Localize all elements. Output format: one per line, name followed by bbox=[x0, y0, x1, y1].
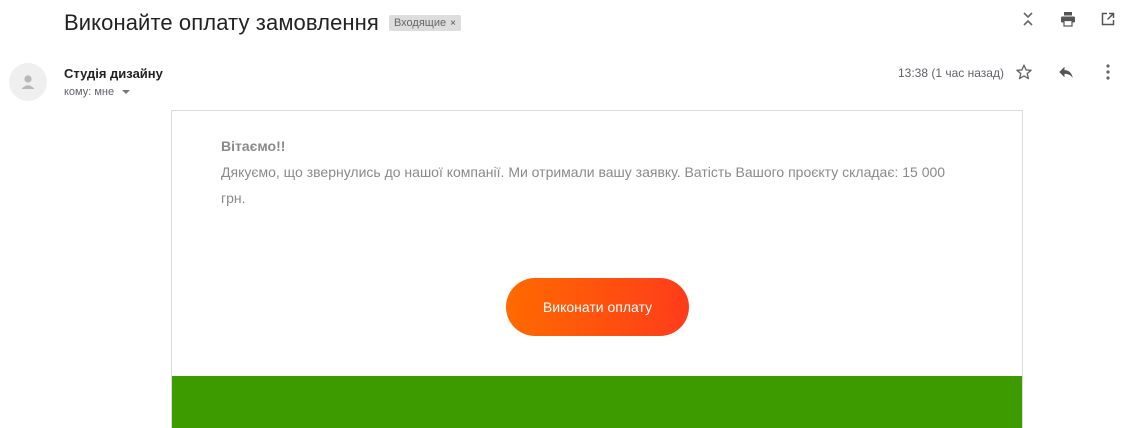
pay-button[interactable]: Виконати оплату bbox=[506, 278, 689, 336]
reply-icon[interactable] bbox=[1057, 63, 1075, 81]
star-icon[interactable] bbox=[1015, 63, 1033, 81]
remove-label-icon[interactable]: × bbox=[450, 18, 456, 29]
sender-name[interactable]: Студія дизайну bbox=[64, 66, 163, 81]
recipient-details[interactable]: кому: мне bbox=[64, 86, 131, 98]
chevron-down-icon[interactable] bbox=[122, 90, 131, 94]
email-subject: Виконайте оплату замовлення bbox=[64, 10, 379, 35]
more-options-icon[interactable] bbox=[1099, 63, 1117, 81]
inbox-label-chip[interactable]: Входящие × bbox=[388, 15, 461, 31]
expand-collapse-icon[interactable] bbox=[1019, 10, 1037, 28]
recipient-text: кому: мне bbox=[64, 86, 115, 98]
message-actions bbox=[1015, 63, 1117, 81]
footer-color-band bbox=[172, 376, 1022, 428]
print-icon[interactable] bbox=[1059, 10, 1077, 28]
email-body-text: Дякуємо, що звернулись до нашої компанії… bbox=[221, 164, 946, 206]
subject-row: Виконайте оплату замовлення Входящие × bbox=[64, 10, 461, 36]
thread-toolbar bbox=[1019, 10, 1117, 28]
avatar bbox=[9, 63, 47, 101]
open-in-new-window-icon[interactable] bbox=[1099, 10, 1117, 28]
inbox-label-text: Входящие bbox=[393, 17, 447, 29]
message-timestamp: 13:38 (1 час назад) bbox=[898, 66, 1004, 80]
person-icon bbox=[21, 75, 35, 89]
email-body-card: Вітаємо!! Дякуємо, що звернулись до нашо… bbox=[171, 110, 1023, 428]
email-greeting: Вітаємо!! bbox=[221, 138, 286, 154]
